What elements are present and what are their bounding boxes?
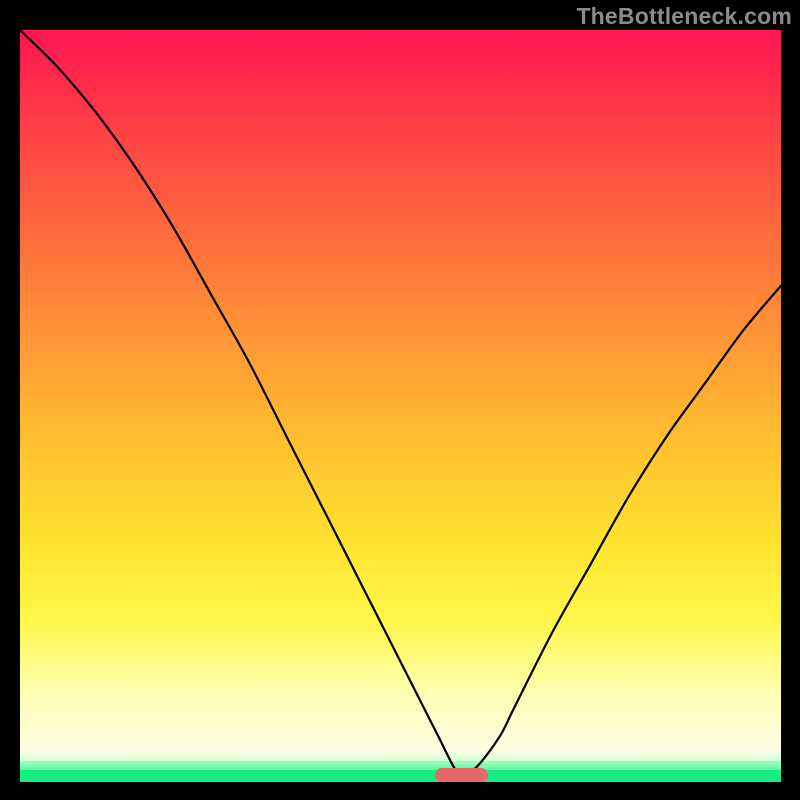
plot-area [20, 30, 781, 782]
chart-frame: TheBottleneck.com [0, 0, 800, 800]
bottleneck-curve [20, 30, 781, 782]
curve-path [20, 30, 781, 775]
optimum-marker [435, 768, 488, 782]
watermark-text: TheBottleneck.com [576, 3, 792, 30]
